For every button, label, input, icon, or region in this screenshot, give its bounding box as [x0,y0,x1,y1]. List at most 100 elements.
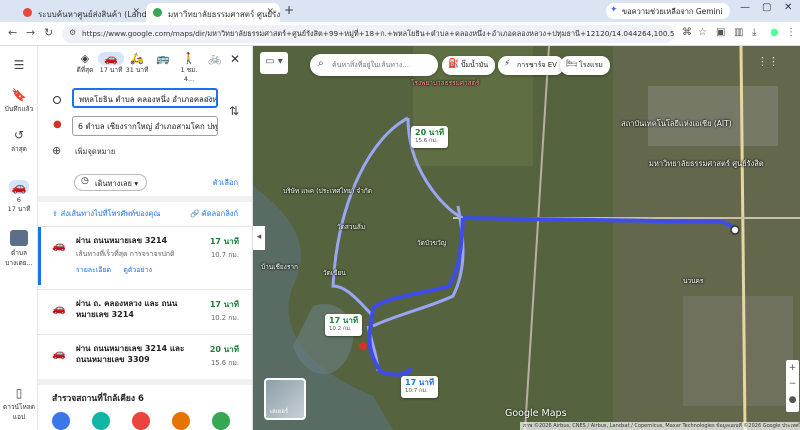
university-label[interactable]: มหาวิทยาลัยธรรมศาสตร์ ศูนย์รังสิต [649,158,764,170]
gas-station-icon[interactable] [132,412,150,430]
mode-car[interactable]: 🚗 17 นาที [98,52,124,75]
leave-now-dropdown[interactable]: ◷ เดินทางเลย ▾ [74,174,148,191]
tab-title: มหาวิทยาลัยธรรมศาสตร์ ศูนย์รังสิต, 9... [168,10,280,19]
parking-icon[interactable] [172,412,190,430]
profile-icon[interactable]: ● [770,27,779,38]
close-directions-icon[interactable]: ✕ [230,52,240,66]
download-label: ดาวน์โหลด [3,403,35,411]
zoom-out-button[interactable]: − [786,376,799,392]
layers-thumbnail[interactable]: เลเยอร์ [264,378,306,420]
trip-button[interactable]: 🚗 6 17 นาที [0,180,38,214]
mode-best[interactable]: ◈ ดีที่สุด [72,52,98,75]
mode-bike[interactable]: 🚲 [202,52,228,65]
hospital-label[interactable]: โรงพยาบาลธรรมศาสตร์ [411,78,479,88]
chip-ev[interactable]: ⚡ การชาร์จ EV [498,56,564,75]
shopping-icon[interactable] [212,412,230,430]
maximize-icon[interactable]: ▢ [762,2,771,13]
site-info-icon[interactable]: ⚙ [69,28,76,37]
forward-icon[interactable]: → [26,26,35,39]
close-window-icon[interactable]: ✕ [784,2,792,13]
chip-label: โรงแรม [579,61,603,69]
route-links: รายละเอียด ดูตัวอย่าง [76,265,152,276]
maps-left-rail: ☰ 🔖 บันทึกแล้ว ↺ ล่าสุด 🚗 6 17 นาที ตำบล… [0,46,38,430]
minimize-icon[interactable]: — [740,2,750,13]
route-distance: 15.6 กม. [210,359,239,367]
recent-button[interactable]: ↺ ล่าสุด [0,128,38,154]
send-to-phone-link[interactable]: ⇪ ส่งเส้นทางไปที่โทรศัพท์ของคุณ [52,208,160,220]
route-distance: 10.7 กม. [210,251,239,259]
add-stop-icon[interactable]: ⊕ [52,144,61,157]
chip-gas[interactable]: ⛽ ปั๊มน้ำมัน [442,56,496,75]
clock-icon: ◷ [81,176,89,186]
route-option-1[interactable]: 🚗 ผ่าน ถนนหมายเลข 3214 17 นาที เส้นทางที… [38,227,252,289]
send-to-phone-label: ส่งเส้นทางไปที่โทรศัพท์ของคุณ [60,209,161,218]
route-option-3[interactable]: 🚗 ผ่าน ถนนหมายเลข 3214 และ ถนนหมายเลข 33… [38,335,252,379]
place-thumbnail [10,230,28,246]
extension-icon[interactable]: ▣ [716,27,725,38]
options-button[interactable]: ตัวเลือก [213,177,238,189]
destination-input[interactable]: 6 ตำบล เชียงรากใหญ่ อำเภอสามโคก ปทุมธานี [72,116,218,136]
new-tab-button[interactable]: + [284,3,294,17]
apps-grid-icon[interactable]: ⋮⋮ [757,55,779,68]
route-badge[interactable]: 20 นาที 15.6 กม. [411,126,449,148]
history-icon: ↺ [13,128,25,142]
car-icon: 🚗 [52,347,66,360]
mode-walk[interactable]: 🚶 1 ชม. 4... [176,52,202,83]
browser-tab-active[interactable]: มหาวิทยาลัยธรรมศาสตร์ ศูนย์รังสิต, 9... … [146,3,280,22]
place-label-2: บางเตย... [5,259,33,267]
browser-tab-strip: ระบบค้นหาศูนย์ส่งสินค้า (LandisMa... ✕ ม… [0,0,800,22]
route-subtitle: เส้นทางที่เร็วที่สุด การจราจรปกติ [76,250,175,258]
map-search-input[interactable]: ⌕ ค้นหาสิ่งที่อยู่ในเส้นทาง... [310,54,438,76]
origin-input[interactable]: พหลโยธิน ตำบล คลองหนึ่ง อำเภอคลองหลวง ⌕ [72,88,218,108]
gemini-button[interactable]: ✦ ขอความช่วยเหลือจาก Gemini [606,3,730,19]
menu-button[interactable]: ☰ [0,58,38,74]
pegman-icon[interactable]: ● [786,392,799,408]
temple-label[interactable]: วัดสวนส้ม [337,222,365,232]
temple-label[interactable]: วัดเขียน [323,268,346,278]
collapse-panel-button[interactable]: ◂ [253,226,265,250]
reload-icon[interactable]: ↻ [44,26,53,39]
copy-link-button[interactable]: 🔗 คัดลอกลิงก์ [190,208,238,220]
bookmark-star-icon[interactable]: ☆ [698,27,707,38]
mode-transit[interactable]: 🚌 [150,52,176,65]
url-bar[interactable]: ⚙ https://www.google.com/maps/dir/มหาวิท… [62,25,674,43]
sidebar-icon[interactable]: ▥ [734,27,743,38]
area-label: บ้านเชียงราก [261,263,298,271]
zoom-in-button[interactable]: + [786,360,799,376]
add-stop-label[interactable]: เพิ่มจุดหมาย [75,146,115,158]
route-option-2[interactable]: 🚗 ผ่าน ถ. คลองหลวง และ ถนนหมายเลข 3214 1… [38,290,252,334]
preview-link[interactable]: ดูตัวอย่าง [123,266,152,274]
close-tab-icon[interactable]: ✕ [266,7,274,17]
copy-link-label: คัดลอกลิงก์ [201,209,238,218]
place-button[interactable]: ตำบล บางเตย... [0,230,38,268]
download-icon[interactable]: ⤓ [752,27,756,38]
google-maps-logo: Google Maps [505,408,567,419]
travel-mode-bar: ◈ ดีที่สุด 🚗 17 นาที 🛵 31 นาที 🚌 🚶 1 ชม.… [38,52,252,83]
route-badge[interactable]: 17 นาที 10.2 กม. [325,314,363,336]
search-icon[interactable]: ⌕ [206,91,212,105]
swap-icon[interactable]: ⇅ [229,104,239,118]
details-link[interactable]: รายละเอียด [76,266,111,274]
map-attribution: ภาพ ©2026 Airbus, CNES / Airbus, Landsat… [520,422,800,430]
hotel-icon[interactable] [92,412,110,430]
saved-button[interactable]: 🔖 บันทึกแล้ว [0,88,38,114]
temple-label[interactable]: วัดบัวขวัญ [417,238,446,248]
route-badge-selected[interactable]: 17 นาที 10.7 กม. [401,376,439,398]
chip-hotel[interactable]: 🛏 โรงแรม [560,56,610,75]
phone-icon: ▯ [15,386,23,400]
menu-dots-icon[interactable]: ⋮ [786,27,796,38]
recent-label: ล่าสุด [11,145,27,153]
download-app-button[interactable]: ▯ ดาวน์โหลด แอป [0,386,38,422]
chevron-down-icon: ▾ [134,179,139,188]
close-tab-icon[interactable]: ✕ [132,7,140,17]
map-canvas[interactable]: โรงพยาบาลธรรมศาสตร์ สถาบันเทคโนโลยีแห่งเ… [253,46,800,430]
browser-tab[interactable]: ระบบค้นหาศูนย์ส่งสินค้า (LandisMa... ✕ [16,3,146,22]
ait-label[interactable]: สถาบันเทคโนโลยีแห่งเอเชีย (AIT) [621,118,732,130]
company-label[interactable]: บริษัท แพค (ประเทศไทย) จำกัด [283,186,372,196]
map-layers-toggle[interactable]: ▭ ▾ [260,52,288,74]
restaurant-icon[interactable] [52,412,70,430]
mode-motorbike[interactable]: 🛵 31 นาที [124,52,150,75]
translate-icon[interactable]: ⌘ [682,27,692,38]
trip-label: 6 [16,196,22,204]
back-icon[interactable]: ← [8,26,17,39]
